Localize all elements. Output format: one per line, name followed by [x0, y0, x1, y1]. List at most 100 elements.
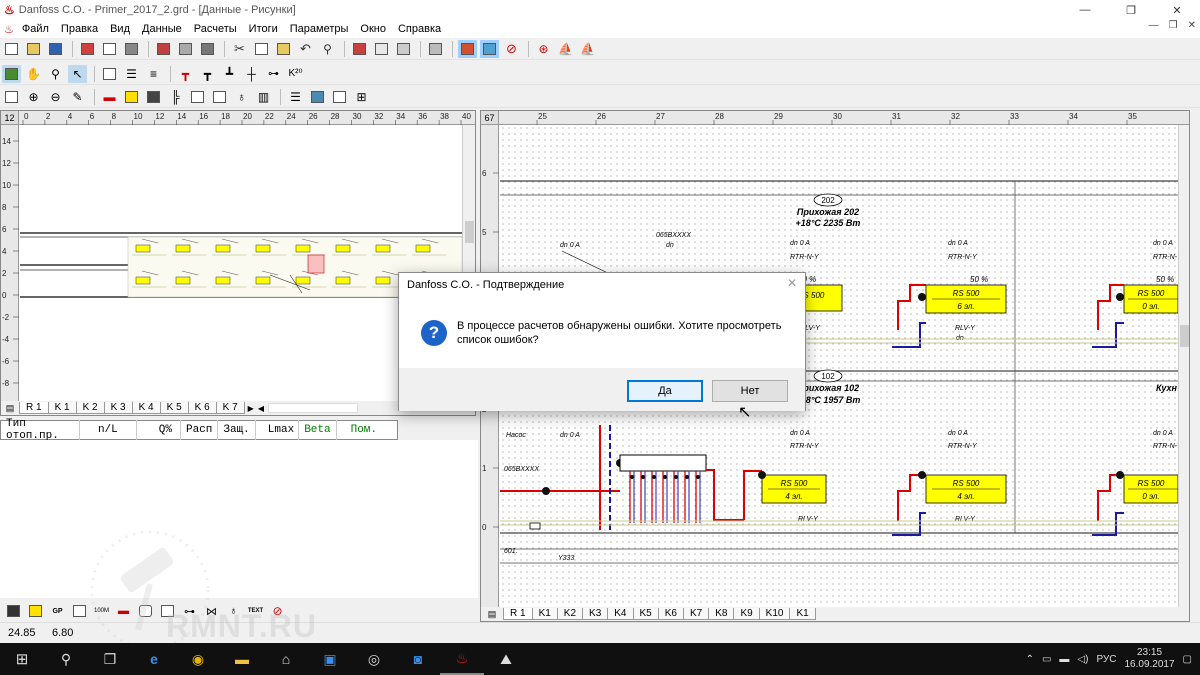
calculator-icon[interactable] [426, 40, 445, 58]
right-tab-r1[interactable]: R 1 [503, 608, 533, 620]
frame-icon[interactable] [330, 88, 349, 106]
flag-icon[interactable]: ▬ [100, 88, 119, 106]
label-tool-icon[interactable]: K²⁰ [286, 65, 305, 83]
left-tab-k6[interactable]: K 6 [187, 402, 217, 414]
hand-icon[interactable]: ✋ [24, 65, 43, 83]
draw-mode-icon[interactable] [2, 64, 21, 83]
fitting-icon[interactable]: ┼ [242, 65, 261, 83]
table-icon[interactable] [2, 88, 21, 106]
lines-icon[interactable]: ☰ [122, 65, 141, 83]
radiator-icon[interactable]: ┳ [198, 65, 217, 83]
right-tab-nav-icon[interactable]: ▤ [481, 609, 503, 620]
error-check-icon[interactable]: ⊛ [534, 40, 553, 58]
movies-icon[interactable]: ▣ [308, 643, 352, 675]
yellow-radiator-icon[interactable] [122, 88, 141, 106]
mdi-close-button[interactable]: ✕ [1188, 20, 1196, 31]
menu-parameters[interactable]: Параметры [284, 23, 355, 35]
page-view-icon[interactable] [210, 88, 229, 106]
right-tab-k6[interactable]: K6 [657, 608, 684, 620]
col-q-percent[interactable]: Q% [137, 420, 181, 440]
lib-text-icon[interactable]: TEXT [246, 602, 265, 620]
menu-edit[interactable]: Правка [55, 23, 104, 35]
list-lines-icon[interactable]: ☰ [286, 88, 305, 106]
close-button[interactable]: ✕ [1154, 0, 1200, 20]
volume-icon[interactable]: ◁) [1077, 654, 1088, 665]
paste-icon[interactable] [274, 40, 293, 58]
right-tab-k9[interactable]: K9 [733, 608, 760, 620]
right-tab-k3[interactable]: K3 [582, 608, 609, 620]
menu-data[interactable]: Данные [136, 23, 188, 35]
printer-setup-icon[interactable] [198, 40, 217, 58]
lib-valve-icon[interactable]: ⋈ [202, 602, 221, 620]
pipe-grid-icon[interactable]: ▥ [254, 88, 273, 106]
tab-scroll-right-icon[interactable]: ▶ [248, 404, 254, 413]
zoom-icon[interactable]: ⚲ [46, 65, 65, 83]
mdi-restore-button[interactable]: ❐ [1169, 20, 1178, 31]
brush-icon[interactable]: ✎ [68, 88, 87, 106]
left-tab-k5[interactable]: K 5 [159, 402, 189, 414]
open-file-icon[interactable] [24, 40, 43, 58]
clock[interactable]: 23:15 16.09.2017 [1124, 647, 1174, 671]
menu-calculations[interactable]: Расчеты [188, 23, 243, 35]
pipe-up-icon[interactable]: ⛵ [556, 40, 575, 58]
right-scroll-thumb[interactable] [1180, 325, 1189, 347]
lib-flag-icon[interactable]: ▬ [114, 602, 133, 620]
zoom-page-icon[interactable] [176, 40, 195, 58]
media-player-icon[interactable]: ◎ [352, 643, 396, 675]
house-icon[interactable] [458, 39, 477, 58]
pipe-down-icon[interactable]: ⛵ [578, 40, 597, 58]
lib-radiator-icon[interactable] [26, 602, 45, 620]
tab-nav-icon[interactable]: ▤ [1, 403, 19, 414]
pointer-icon[interactable]: ↖ [68, 64, 87, 83]
zoom-out-icon[interactable]: ⊖ [46, 88, 65, 106]
view-mode-icon[interactable] [480, 39, 499, 58]
no-button[interactable]: Нет [712, 380, 788, 402]
menu-view[interactable]: Вид [104, 23, 136, 35]
lib-manifold-icon[interactable] [4, 602, 23, 620]
left-tab-k4[interactable]: K 4 [131, 402, 161, 414]
right-tab-k1[interactable]: K1 [531, 608, 558, 620]
left-scroll-thumb[interactable] [465, 221, 474, 243]
left-horizontal-scrollbar[interactable] [267, 403, 358, 413]
edge-icon[interactable]: e [132, 643, 176, 675]
zoom-in-icon[interactable]: ⊕ [24, 88, 43, 106]
right-tab-k4[interactable]: K4 [607, 608, 634, 620]
col-lmax[interactable]: Lmax [256, 420, 300, 440]
lib-pump-icon[interactable]: ⊶ [180, 602, 199, 620]
menu-results[interactable]: Итоги [243, 23, 284, 35]
menu-file[interactable]: Файл [16, 23, 55, 35]
menu-help[interactable]: Справка [392, 23, 447, 35]
right-tab-k5[interactable]: K5 [632, 608, 659, 620]
col-n-l[interactable]: n/L [80, 420, 137, 440]
fittings-icon[interactable]: ╠ [166, 88, 185, 106]
print-icon[interactable] [122, 40, 141, 58]
new-file-icon[interactable] [2, 40, 21, 58]
store-icon[interactable]: ⌂ [264, 643, 308, 675]
right-tab-k10[interactable]: K10 [758, 608, 791, 620]
left-tab-k3[interactable]: K 3 [103, 402, 133, 414]
valve-icon[interactable]: ┻ [220, 65, 239, 83]
camera-app-icon[interactable]: ◙ [396, 643, 440, 675]
left-tab-k1[interactable]: K 1 [47, 402, 77, 414]
cut-icon[interactable]: ✂ [230, 40, 249, 58]
lib-thermo-icon[interactable]: ♁ [224, 602, 243, 620]
danfoss-app-icon[interactable]: ♨ [440, 643, 484, 675]
menu-app-icon[interactable]: ♨ [4, 23, 14, 36]
catalog-icon[interactable] [154, 40, 173, 58]
photos-icon[interactable]: ⛰ [484, 643, 528, 675]
tray-chevron-icon[interactable]: ⌃ [1026, 654, 1034, 665]
radiator-red-icon[interactable]: ┳ [176, 65, 195, 83]
symbol-icon[interactable]: ⊶ [264, 65, 283, 83]
network-icon[interactable]: ▭ [1042, 654, 1051, 665]
start-button[interactable]: ⊞ [0, 643, 44, 675]
yes-button[interactable]: Да [627, 380, 703, 402]
thermostat-icon[interactable]: ♁ [232, 88, 251, 106]
boiler-icon[interactable] [308, 88, 327, 106]
right-vertical-scrollbar[interactable] [1178, 125, 1189, 607]
floor-icon[interactable] [394, 40, 413, 58]
right-tab-k11[interactable]: K1 [789, 608, 816, 620]
search-icon[interactable]: ⚲ [44, 643, 88, 675]
floor-plan-icon[interactable] [372, 40, 391, 58]
minimize-button[interactable]: — [1062, 0, 1108, 20]
tab-scroll-left-icon[interactable]: ◀ [258, 404, 264, 413]
